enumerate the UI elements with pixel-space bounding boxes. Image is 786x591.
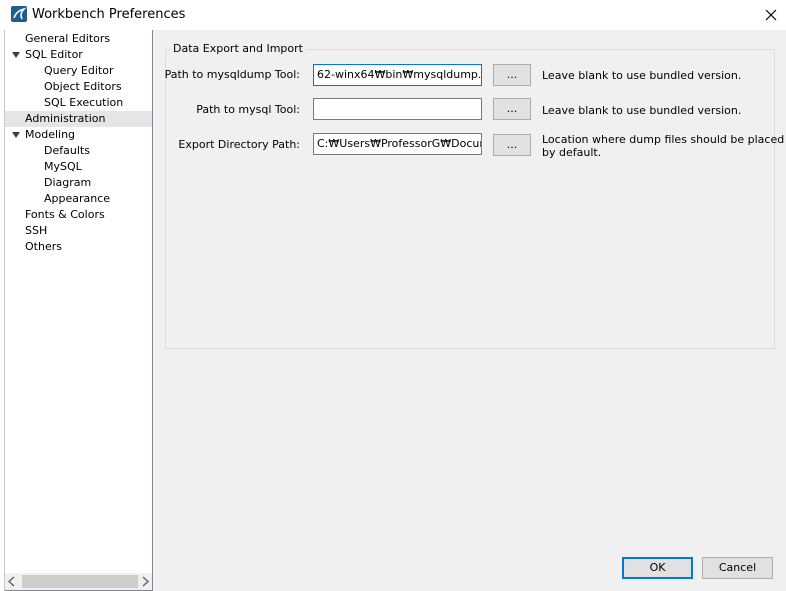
scroll-left-icon[interactable] xyxy=(7,576,17,587)
tree-item-label: Defaults xyxy=(44,144,90,157)
tree-item-label: Others xyxy=(25,240,62,253)
export-directory-hint-line1: Location where dump files should be plac… xyxy=(542,133,785,146)
mysql-path-input[interactable] xyxy=(313,98,482,120)
mysqldump-path-input[interactable]: 62-winx64₩bin₩mysqldump.exe xyxy=(313,64,482,86)
tree-item-label: SSH xyxy=(25,224,48,237)
mysql-hint: Leave blank to use bundled version. xyxy=(542,104,742,117)
scrollbar-thumb[interactable] xyxy=(22,575,138,588)
tree-item-label: Administration xyxy=(25,112,106,125)
cancel-button[interactable]: Cancel xyxy=(702,557,773,579)
tree-item-label: Appearance xyxy=(44,192,111,205)
tree-item-label: Query Editor xyxy=(44,64,114,77)
tree-item-mysql[interactable]: MySQL xyxy=(44,159,82,175)
tree-item-label: Object Editors xyxy=(44,80,122,93)
data-export-import-group xyxy=(165,49,775,349)
tree-item-query-editor[interactable]: Query Editor xyxy=(44,63,113,79)
tree-item-label: SQL Execution xyxy=(44,96,124,109)
browse-mysqldump-button[interactable]: ... xyxy=(493,64,531,86)
tree-item-label: General Editors xyxy=(25,32,111,45)
close-window-button[interactable] xyxy=(758,2,784,28)
browse-mysql-button[interactable]: ... xyxy=(493,98,531,120)
close-icon xyxy=(765,9,777,21)
tree-item-label: Diagram xyxy=(44,176,92,189)
scroll-right-icon[interactable] xyxy=(140,576,150,587)
export-directory-input[interactable]: C:₩Users₩ProfessorG₩Documents xyxy=(313,133,482,155)
tree-item-others[interactable]: Others xyxy=(25,239,62,255)
title-bar: Workbench Preferences xyxy=(0,0,786,30)
export-directory-label: Export Directory Path: xyxy=(178,138,300,151)
tree-item-fonts-colors[interactable]: Fonts & Colors xyxy=(25,207,105,223)
tree-item-modeling[interactable]: Modeling xyxy=(25,127,75,143)
group-title: Data Export and Import xyxy=(170,42,306,55)
export-directory-hint-line2: by default. xyxy=(542,146,602,159)
tree-item-label: SQL Editor xyxy=(25,48,83,61)
tree-item-administration[interactable]: Administration xyxy=(5,111,152,127)
tree-item-appearance[interactable]: Appearance xyxy=(44,191,110,207)
ok-button[interactable]: OK xyxy=(622,557,693,579)
mysqldump-path-label: Path to mysqldump Tool: xyxy=(164,68,300,81)
tree-item-ssh[interactable]: SSH xyxy=(25,223,47,239)
browse-export-directory-button[interactable]: ... xyxy=(493,134,531,156)
expand-arrow-icon[interactable] xyxy=(11,50,21,60)
tree-item-object-editors[interactable]: Object Editors xyxy=(44,79,122,95)
window-title: Workbench Preferences xyxy=(32,7,186,22)
expand-arrow-icon[interactable] xyxy=(11,130,21,140)
mysql-path-label: Path to mysql Tool: xyxy=(196,103,300,116)
preferences-tree: General Editors SQL Editor Query Editor … xyxy=(5,30,153,591)
tree-item-label: MySQL xyxy=(44,160,82,173)
tree-item-defaults[interactable]: Defaults xyxy=(44,143,90,159)
tree-item-label: Fonts & Colors xyxy=(25,208,105,221)
tree-item-sql-editor[interactable]: SQL Editor xyxy=(25,47,83,63)
tree-horizontal-scrollbar[interactable] xyxy=(5,573,152,590)
tree-item-label: Modeling xyxy=(25,128,76,141)
tree-item-sql-execution[interactable]: SQL Execution xyxy=(44,95,123,111)
mysqldump-hint: Leave blank to use bundled version. xyxy=(542,69,742,82)
workbench-app-icon xyxy=(11,6,27,22)
tree-item-diagram[interactable]: Diagram xyxy=(44,175,91,191)
tree-item-general-editors[interactable]: General Editors xyxy=(25,31,110,47)
